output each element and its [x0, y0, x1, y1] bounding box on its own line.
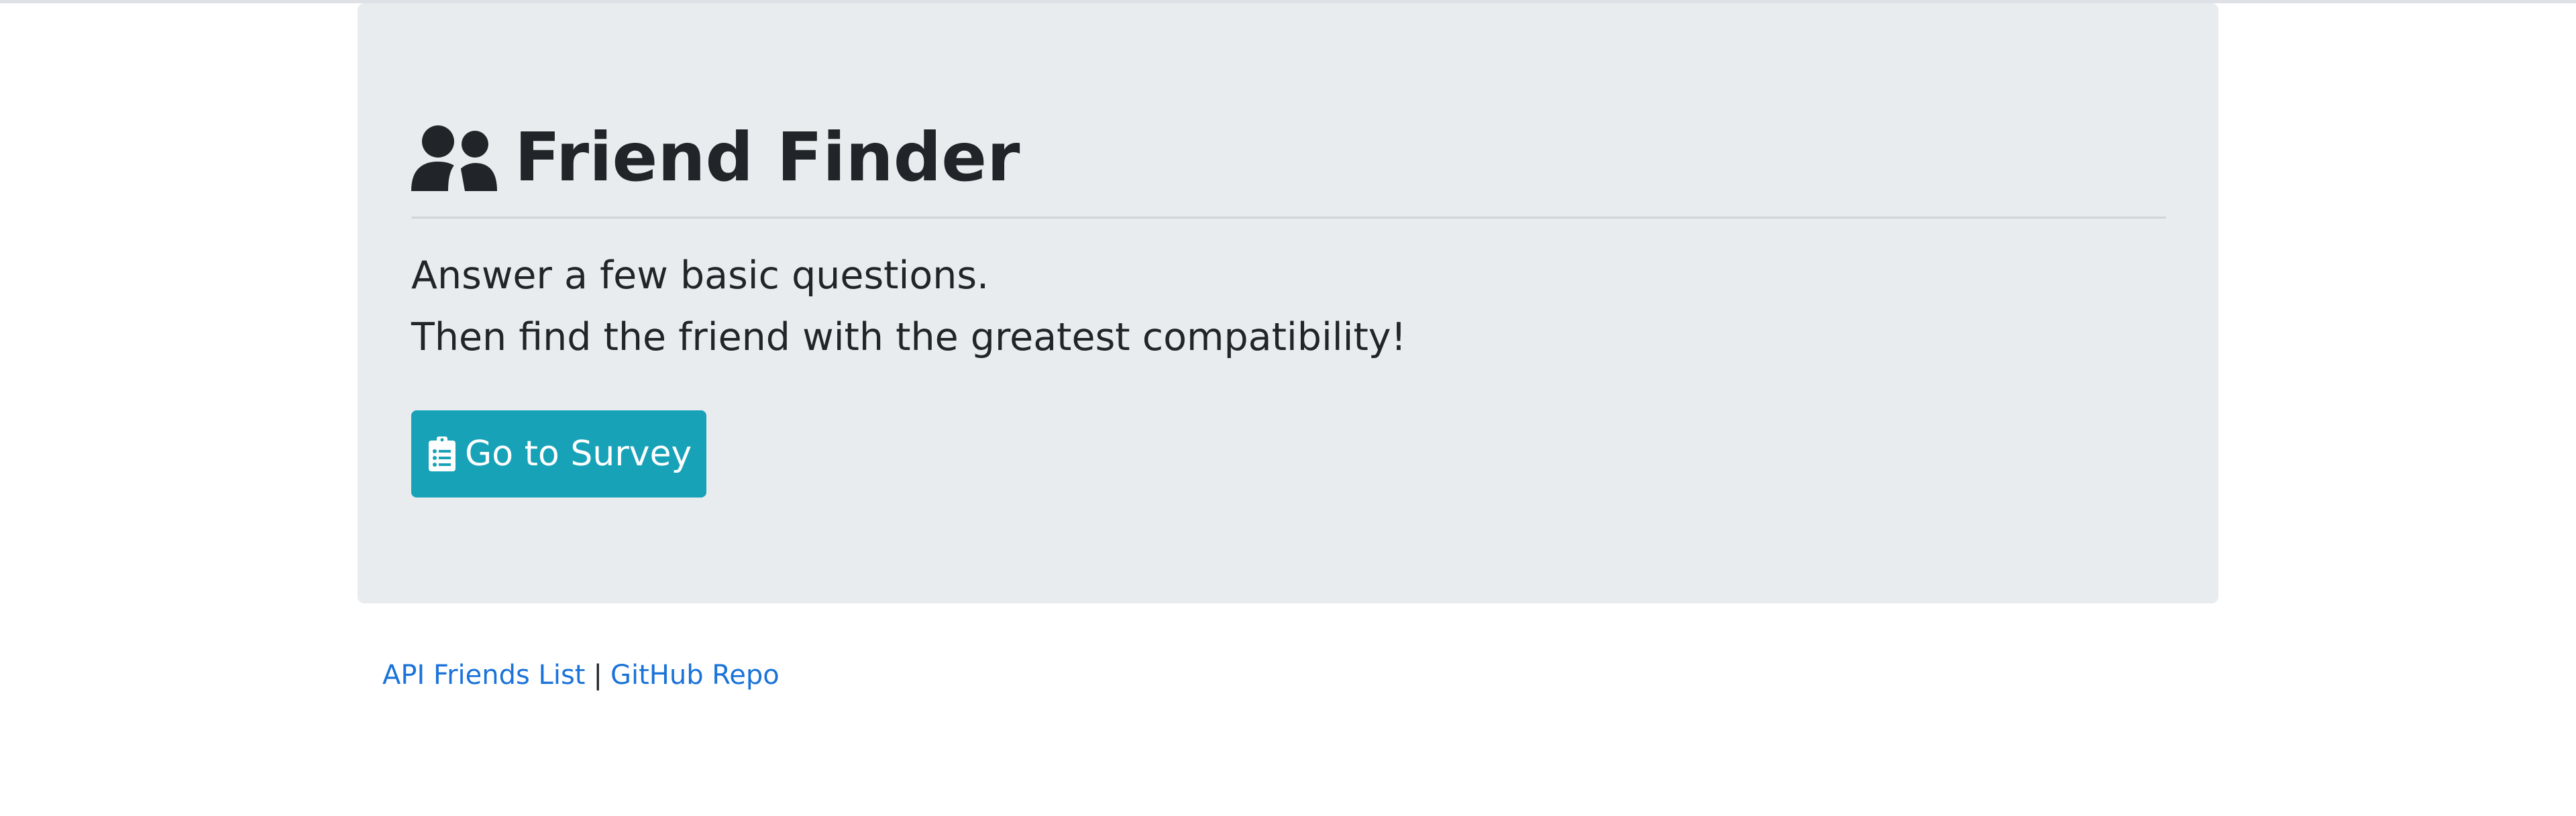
footer-separator: |: [593, 660, 602, 691]
go-to-survey-label: Go to Survey: [465, 434, 692, 474]
page-title-row: Friend Finder: [411, 111, 1020, 205]
jumbotron: Friend Finder Answer a few basic questio…: [358, 3, 2218, 603]
divider: [411, 217, 2166, 219]
page-title: Friend Finder: [515, 118, 1020, 196]
github-repo-link[interactable]: GitHub Repo: [610, 660, 780, 691]
lead-text-line-2: Then find the friend with the greatest c…: [411, 315, 1407, 359]
clipboard-list-icon: [429, 436, 455, 471]
lead-text-line-1: Answer a few basic questions.: [411, 253, 989, 298]
go-to-survey-button[interactable]: Go to Survey: [411, 410, 706, 498]
footer-links: API Friends List | GitHub Repo: [382, 662, 780, 689]
api-friends-list-link[interactable]: API Friends List: [382, 660, 585, 691]
users-icon: [411, 125, 497, 191]
